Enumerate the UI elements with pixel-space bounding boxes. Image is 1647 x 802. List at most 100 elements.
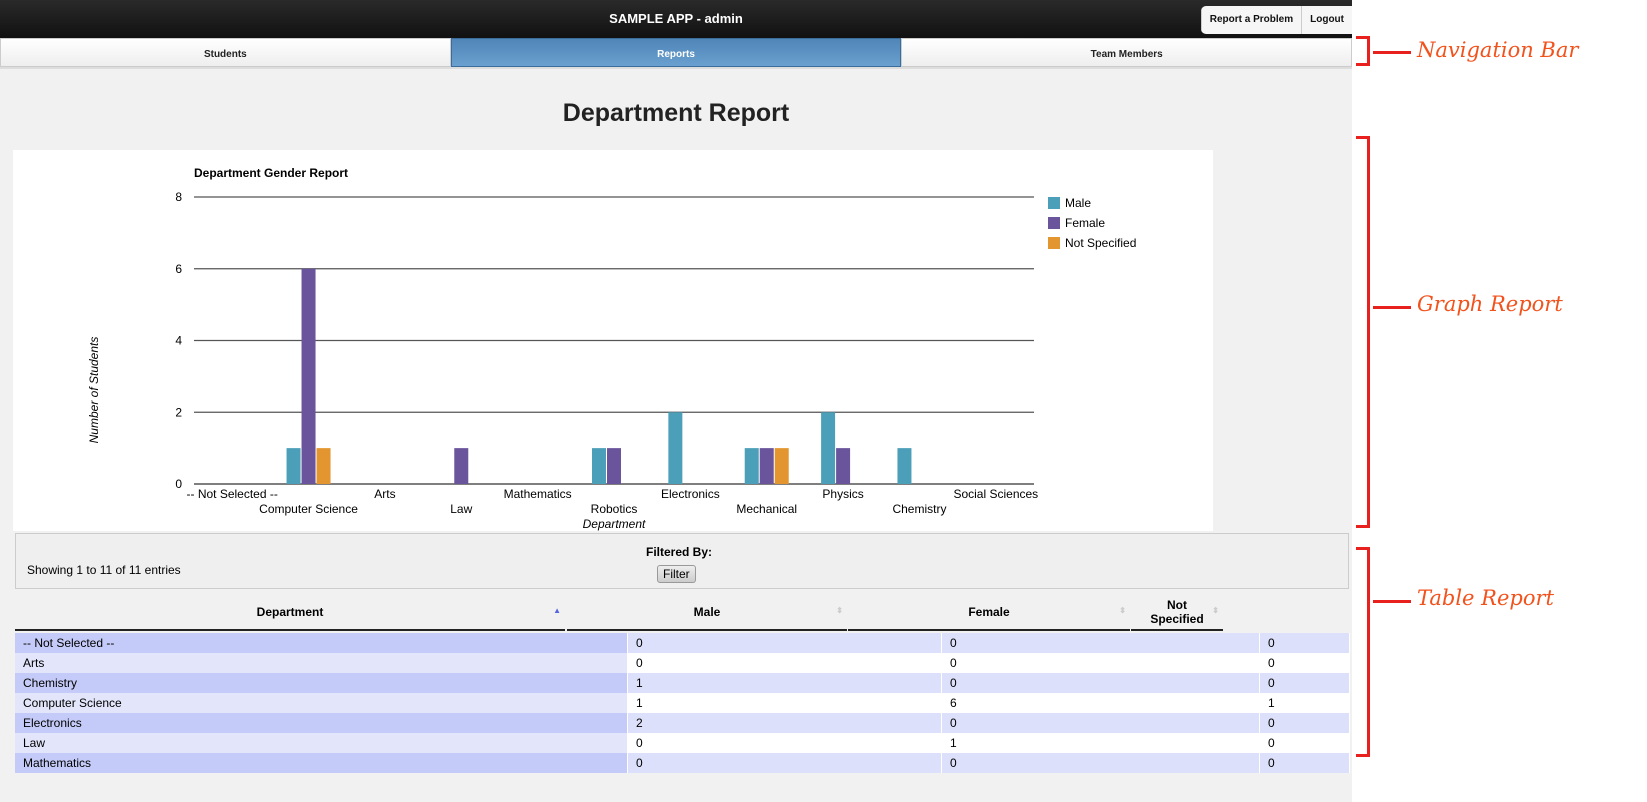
x-axis-label: Department [583, 517, 646, 531]
cell-department: Computer Science [15, 693, 628, 713]
annotation-graph: Graph Report [1417, 292, 1563, 316]
bar-male [668, 412, 683, 484]
cell-not-specified: 0 [1260, 713, 1350, 733]
filtered-by-label: Filtered By: [646, 545, 713, 559]
cell-department: Electronics [15, 713, 628, 733]
graph-bracket [1356, 136, 1370, 528]
table-toolbar: Showing 1 to 11 of 11 entries Filtered B… [15, 533, 1349, 589]
x-tick-label: Chemistry [892, 502, 946, 516]
cell-department: Chemistry [15, 673, 628, 693]
cell-male: 0 [628, 653, 942, 673]
cell-not-specified: 0 [1260, 673, 1350, 693]
table-row[interactable]: Law 0 1 0 [15, 733, 1350, 753]
bar-male [744, 448, 759, 484]
top-bar: SAMPLE APP - admin Report a Problem Logo… [0, 0, 1352, 38]
column-header-male[interactable]: Male ⬍ [567, 594, 847, 631]
page-title: Department Report [562, 99, 790, 127]
table-bracket-line [1373, 600, 1411, 603]
cell-male: 2 [628, 713, 942, 733]
bar-male [286, 448, 301, 484]
sort-asc-icon: ▲ [553, 606, 561, 615]
table-row[interactable]: Computer Science 1 6 1 [15, 693, 1350, 713]
x-tick-label: Mathematics [504, 487, 572, 501]
annotation-nav: Navigation Bar [1417, 38, 1579, 62]
cell-male: 0 [628, 753, 942, 773]
bar-female [301, 268, 316, 484]
cell-female: 0 [942, 633, 1260, 653]
cell-department: -- Not Selected -- [15, 633, 628, 653]
column-label: Female [968, 604, 1010, 619]
x-tick-label: Physics [822, 487, 863, 501]
tab-students[interactable]: Students [0, 38, 451, 67]
tab-team-members[interactable]: Team Members [901, 38, 1352, 67]
table-row[interactable]: Mathematics 0 0 0 [15, 753, 1350, 773]
legend-label: Not Specified [1065, 236, 1136, 250]
cell-department: Mathematics [15, 753, 628, 773]
cell-male: 0 [628, 633, 942, 653]
sort-icon: ⬍ [1119, 606, 1126, 615]
column-header-female[interactable]: Female ⬍ [848, 594, 1130, 631]
y-tick-label: 8 [175, 190, 182, 204]
cell-female: 0 [942, 653, 1260, 673]
cell-male: 0 [628, 733, 942, 753]
bar-female [759, 448, 774, 484]
app: SAMPLE APP - admin Report a Problem Logo… [0, 0, 1352, 802]
tab-reports[interactable]: Reports [450, 38, 902, 67]
y-tick-label: 6 [175, 262, 182, 276]
legend-swatch [1048, 237, 1060, 249]
cell-female: 1 [942, 733, 1260, 753]
bar-male [897, 448, 912, 484]
cell-not-specified: 0 [1260, 653, 1350, 673]
cell-department: Law [15, 733, 628, 753]
x-tick-label: Robotics [591, 502, 638, 516]
y-tick-label: 0 [175, 477, 182, 491]
bar-female [454, 448, 469, 484]
bar-not-specified [316, 448, 331, 484]
column-header-not-specified[interactable]: Not Specified ⬍ [1131, 594, 1223, 631]
table-row[interactable]: Electronics 2 0 0 [15, 713, 1350, 733]
bar-female [607, 448, 621, 484]
app-title: SAMPLE APP - admin [609, 11, 743, 26]
table-row[interactable]: Arts 0 0 0 [15, 653, 1350, 673]
x-tick-label: Law [450, 502, 472, 516]
x-tick-label: Electronics [661, 487, 720, 501]
table-row[interactable]: Chemistry 1 0 0 [15, 673, 1350, 693]
report-problem-button[interactable]: Report a Problem [1200, 6, 1301, 34]
nav-bracket [1356, 36, 1370, 66]
cell-male: 1 [628, 673, 942, 693]
chart-svg: Department Gender Report 0 2 4 6 8 Number of S… [87, 166, 1136, 531]
x-tick-label: -- Not Selected -- [187, 487, 278, 501]
bar-male [821, 412, 836, 484]
cell-male: 1 [628, 693, 942, 713]
x-tick-label: Mechanical [736, 502, 797, 516]
cell-department: Arts [15, 653, 628, 673]
legend-swatch [1048, 217, 1060, 229]
x-tick-label: Arts [374, 487, 395, 501]
cell-not-specified: 0 [1260, 753, 1350, 773]
cell-female: 0 [942, 713, 1260, 733]
legend-label: Male [1065, 196, 1091, 210]
graph-bracket-line [1373, 306, 1411, 309]
table-body: -- Not Selected -- 0 0 0 Arts 0 0 0 Chemistry 1 0 0… [15, 633, 1350, 773]
x-tick-label: Computer Science [259, 502, 358, 516]
bar-male [592, 448, 606, 484]
bar-not-specified [774, 448, 789, 484]
navigation-bar: Students Reports Team Members [0, 38, 1352, 69]
filter-button[interactable]: Filter [657, 565, 696, 583]
legend-swatch [1048, 197, 1060, 209]
sort-icon: ⬍ [1212, 606, 1219, 615]
entries-info: Showing 1 to 11 of 11 entries [27, 563, 181, 577]
cell-not-specified: 0 [1260, 733, 1350, 753]
cell-female: 6 [942, 693, 1260, 713]
x-tick-label: Social Sciences [953, 487, 1038, 501]
column-label: Not Specified [1150, 597, 1204, 626]
cell-female: 0 [942, 673, 1260, 693]
table-row[interactable]: -- Not Selected -- 0 0 0 [15, 633, 1350, 653]
logout-button[interactable]: Logout [1301, 6, 1352, 34]
column-header-department[interactable]: Department ▲ [15, 594, 565, 631]
table-bracket [1356, 547, 1370, 757]
bar-female [836, 448, 851, 484]
gender-chart: Department Gender Report 0 2 4 6 8 Number of S… [13, 150, 1213, 531]
cell-not-specified: 0 [1260, 633, 1350, 653]
column-label: Male [693, 604, 721, 619]
